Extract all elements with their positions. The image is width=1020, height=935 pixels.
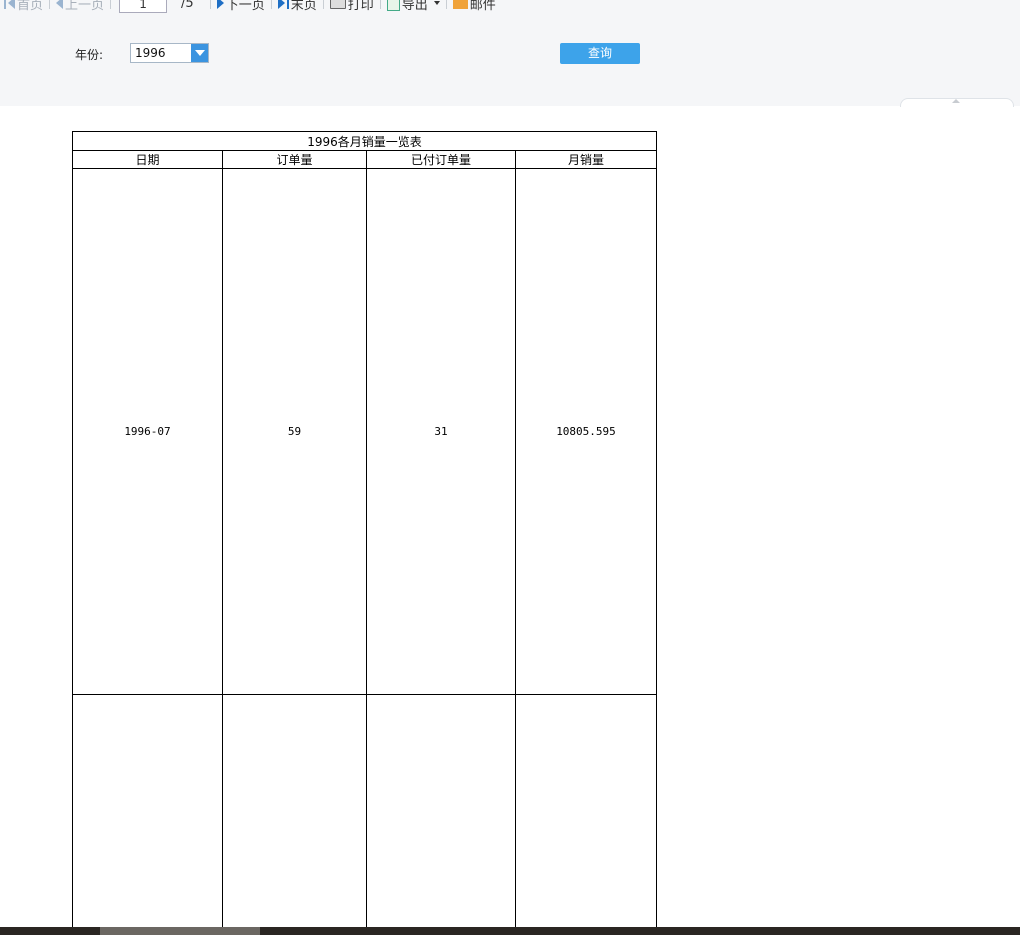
mail-button[interactable]: 邮件 <box>449 0 500 13</box>
toolbar-divider <box>445 0 447 9</box>
header-row: 日期 订单量 已付订单量 月销量 <box>72 150 657 169</box>
column-header-date: 日期 <box>72 150 223 169</box>
collapse-panel-toggle[interactable] <box>900 98 1014 107</box>
next-page-icon <box>216 0 224 9</box>
cell-paid-orders: 31 <box>366 168 516 695</box>
next-page-label: 下一页 <box>225 0 265 13</box>
export-icon <box>386 0 400 11</box>
last-page-label: 末页 <box>290 0 317 13</box>
chevron-down-icon <box>433 1 440 5</box>
cell-date: 1996-07 <box>72 168 223 695</box>
next-page-button[interactable]: 下一页 <box>213 0 269 13</box>
toolbar-divider <box>270 0 272 9</box>
toolbar-strip: 首页 上一页 1 /5 下一页 末页 打印 导出 邮件 <box>0 0 500 14</box>
cell-monthly-sales: 10805.595 <box>515 168 657 695</box>
first-page-arrow-icon <box>8 0 15 9</box>
first-page-label: 首页 <box>17 0 44 13</box>
cell-paid-orders <box>366 694 516 928</box>
export-label: 导出 <box>401 0 428 13</box>
cell-date <box>72 694 223 928</box>
toolbar-divider <box>209 0 211 9</box>
prev-page-icon <box>56 0 64 9</box>
page-total: /5 <box>181 0 194 11</box>
dropdown-arrow-icon[interactable] <box>191 44 208 62</box>
year-select[interactable]: 1996 <box>130 43 209 63</box>
year-value: 1996 <box>135 46 166 60</box>
last-page-bar-icon <box>286 0 289 9</box>
prev-page-button[interactable]: 上一页 <box>52 0 108 13</box>
cell-orders <box>222 694 367 928</box>
export-button[interactable]: 导出 <box>383 0 444 13</box>
toolbar-divider <box>322 0 324 9</box>
printer-icon <box>329 0 346 9</box>
last-page-button[interactable]: 末页 <box>274 0 321 13</box>
report-title-row: 1996各月销量一览表 <box>72 131 657 151</box>
print-label: 打印 <box>347 0 374 13</box>
mail-label: 邮件 <box>469 0 496 13</box>
toolbar-divider <box>110 0 112 9</box>
column-header-orders: 订单量 <box>222 150 367 169</box>
toolbar-divider <box>379 0 381 9</box>
prev-page-label: 上一页 <box>65 0 105 13</box>
last-page-icon <box>277 0 285 9</box>
scrollbar-thumb[interactable] <box>100 927 260 935</box>
query-button[interactable]: 查询 <box>560 43 640 64</box>
table-row <box>72 694 657 928</box>
print-button[interactable]: 打印 <box>326 0 378 13</box>
cell-monthly-sales <box>515 694 657 928</box>
horizontal-scrollbar[interactable] <box>0 927 1020 935</box>
parameter-panel: 年份: 1996 查询 <box>0 14 1020 106</box>
first-page-button[interactable]: 首页 <box>0 0 47 13</box>
first-page-icon <box>4 0 6 9</box>
mail-icon <box>452 0 468 9</box>
column-header-paid-orders: 已付订单量 <box>366 150 516 169</box>
column-header-monthly-sales: 月销量 <box>515 150 657 169</box>
table-row: 1996-07 59 31 10805.595 <box>72 168 657 695</box>
toolbar: 首页 上一页 1 /5 下一页 末页 打印 导出 邮件 <box>0 0 1020 14</box>
page-number-input[interactable]: 1 <box>119 0 168 13</box>
report-table: 1996各月销量一览表 日期 订单量 已付订单量 月销量 1996-07 59 … <box>72 131 657 928</box>
report-title: 1996各月销量一览表 <box>72 131 657 151</box>
cell-orders: 59 <box>222 168 367 695</box>
toolbar-divider <box>49 0 51 9</box>
year-label: 年份: <box>75 48 104 62</box>
